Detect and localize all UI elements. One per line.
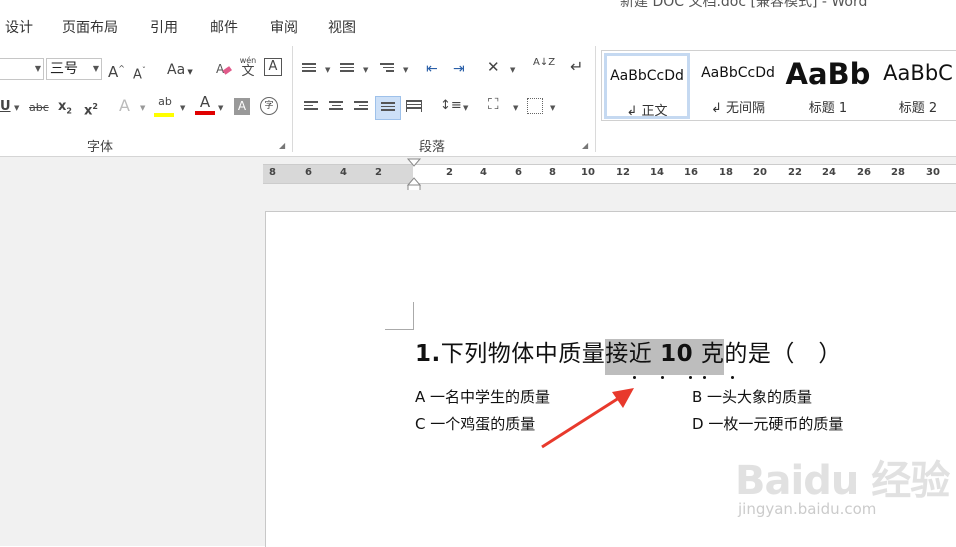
change-case-icon[interactable]: Aa ▼ (167, 61, 193, 81)
style-name: ↲ 正文 (626, 104, 668, 119)
decrease-indent-icon[interactable]: ⇤ (426, 60, 438, 78)
highlight-color-icon[interactable]: ab (154, 93, 176, 117)
title-bar: 新建 DOC 文档.doc [兼容模式] - Word (0, 0, 956, 10)
ruler-margin (263, 165, 413, 183)
justify-icon (381, 102, 395, 114)
bullets-icon[interactable] (302, 63, 316, 75)
sort-icon[interactable]: A↓Z (533, 58, 555, 68)
strikethrough-icon[interactable]: abc (29, 99, 49, 117)
align-left-icon[interactable] (304, 101, 318, 113)
enclose-characters-icon[interactable]: 字 (260, 97, 278, 115)
character-border-icon[interactable]: A (264, 58, 282, 76)
emphasis-dot (703, 376, 706, 379)
font-name-combo[interactable]: ▼ (0, 58, 44, 80)
margin-corner-mark (385, 302, 414, 330)
increase-indent-icon[interactable]: ⇥ (453, 60, 465, 78)
numbering-icon[interactable] (340, 63, 354, 75)
shading-icon[interactable]: ⛶ (488, 95, 499, 113)
styles-gallery: AaBbCcDd ↲ 正文 AaBbCcDd ↲ 无间隔 AaBb 标题 1 A… (601, 50, 956, 121)
borders-icon[interactable] (527, 98, 543, 114)
ribbon-tabs: 设计 页面布局 引用 邮件 审阅 视图 (0, 10, 956, 43)
style-no-spacing[interactable]: AaBbCcDd ↲ 无间隔 (695, 53, 781, 119)
font-dialog-launcher-icon[interactable]: ◢ (279, 141, 285, 150)
paragraph-group-label: 段落 (419, 140, 446, 155)
phonetic-guide-icon[interactable]: wén 文 (238, 56, 258, 79)
font-size-combo[interactable]: 三号 ▼ (46, 58, 102, 80)
distributed-icon[interactable] (406, 100, 422, 112)
line-spacing-icon[interactable]: ↕≡ (440, 97, 462, 115)
style-normal[interactable]: AaBbCcDd ↲ 正文 (604, 53, 690, 119)
tab-review[interactable]: 审阅 (270, 17, 298, 37)
emphasis-dot (661, 376, 664, 379)
text-effects-icon[interactable]: A (119, 97, 130, 115)
emphasis-dot (633, 376, 636, 379)
align-right-icon[interactable] (354, 101, 368, 113)
multilevel-list-icon[interactable] (380, 63, 394, 75)
highlight-color-swatch (154, 113, 174, 117)
tab-mailings[interactable]: 邮件 (210, 17, 238, 37)
tab-view[interactable]: 视图 (328, 17, 356, 37)
horizontal-ruler[interactable]: 8 6 4 2 2 4 6 8 10 12 14 16 18 20 22 24 … (263, 164, 956, 184)
style-heading-2[interactable]: AaBbC 标题 2 (875, 53, 956, 119)
watermark-logo: Baidu 经验 (735, 458, 950, 504)
grow-font-icon[interactable]: A^ (108, 60, 125, 81)
font-color-icon[interactable]: A (195, 93, 215, 115)
group-divider (595, 46, 596, 152)
superscript-icon[interactable]: x2 (84, 98, 98, 120)
show-hide-marks-icon[interactable]: ↵ (570, 58, 583, 76)
tab-page-layout[interactable]: 页面布局 (62, 17, 118, 37)
chinese-layout-icon[interactable]: ✕ (487, 58, 500, 76)
subscript-icon[interactable]: x2 (58, 98, 72, 121)
font-color-swatch (195, 111, 215, 115)
clear-formatting-icon[interactable]: A (215, 60, 233, 84)
window-title: 新建 DOC 文档.doc [兼容模式] - Word (620, 0, 868, 10)
option-b[interactable]: B 一头大象的质量 (692, 386, 812, 407)
font-size-value: 三号 (50, 61, 78, 77)
center-icon[interactable] (329, 101, 343, 113)
indent-markers-icon[interactable] (406, 158, 422, 192)
tab-design[interactable]: 设计 (5, 17, 33, 37)
tab-references[interactable]: 引用 (150, 17, 178, 37)
emphasis-dot (689, 376, 692, 379)
watermark-url: jingyan.baidu.com (738, 500, 877, 518)
justify-button[interactable] (375, 96, 401, 120)
svg-text:A: A (216, 62, 225, 76)
option-d[interactable]: D 一枚一元硬币的质量 (692, 413, 843, 434)
shrink-font-icon[interactable]: Aˇ (133, 62, 146, 84)
emphasis-dot (731, 376, 734, 379)
style-name: ↲ 无间隔 (710, 101, 766, 116)
style-heading-1[interactable]: AaBb 标题 1 (785, 53, 871, 119)
font-group-label: 字体 (87, 140, 114, 155)
selected-text[interactable]: 接近 10 克 (605, 339, 725, 375)
underline-icon[interactable]: U (0, 98, 11, 116)
paragraph-dialog-launcher-icon[interactable]: ◢ (582, 141, 588, 150)
option-c[interactable]: C 一个鸡蛋的质量 (415, 413, 535, 434)
character-shading-icon[interactable]: A (234, 98, 250, 115)
annotation-arrow-icon (541, 388, 634, 449)
group-divider (292, 46, 293, 152)
question-text[interactable]: 1.下列物体中质量接近 10 克的是（ ） (415, 334, 842, 375)
